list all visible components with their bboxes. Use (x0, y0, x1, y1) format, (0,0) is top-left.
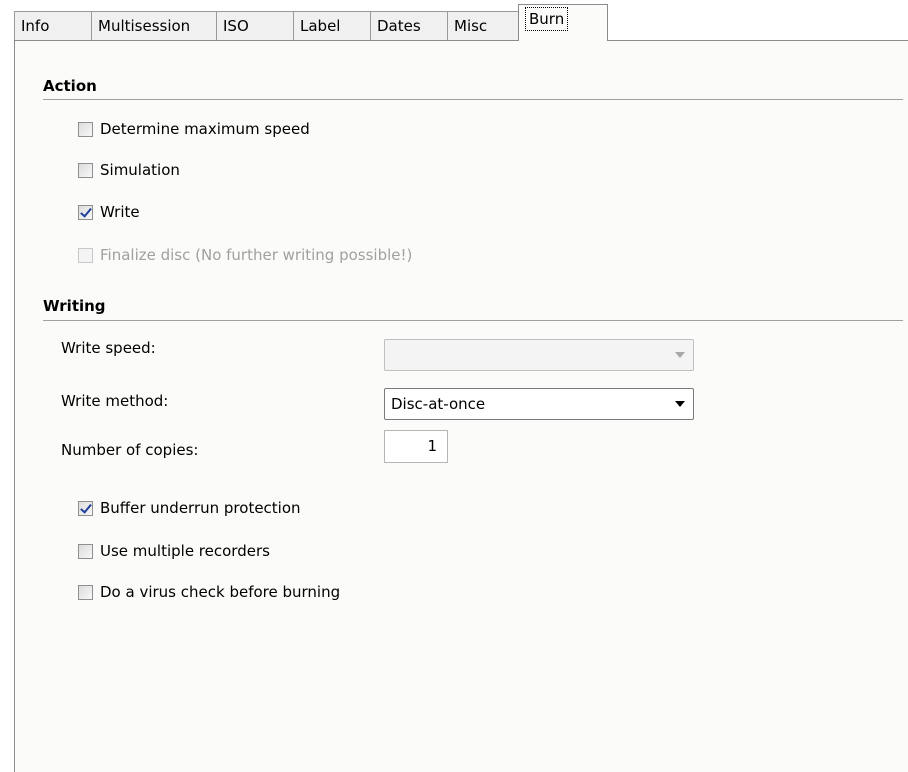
tab-iso[interactable]: ISO (216, 11, 294, 41)
number-of-copies-label: Number of copies: (61, 441, 199, 459)
virus-check-checkbox[interactable] (78, 584, 93, 600)
write-method-label: Write method: (61, 392, 169, 410)
finalize-disc-label: Finalize disc (No further writing possib… (100, 246, 413, 264)
tab-misc-label: Misc (454, 17, 488, 35)
tab-burn[interactable]: Burn (518, 4, 608, 41)
determine-max-speed-checkbox-row[interactable]: Determine maximum speed (78, 118, 310, 140)
action-section-divider (43, 99, 903, 100)
chevron-down-icon[interactable] (675, 401, 685, 407)
determine-max-speed-label: Determine maximum speed (100, 120, 310, 138)
simulation-checkbox-row[interactable]: Simulation (78, 159, 180, 181)
multiple-recorders-checkbox[interactable] (78, 543, 93, 559)
simulation-checkbox[interactable] (78, 162, 93, 178)
write-method-dropdown[interactable]: Disc-at-once (384, 388, 694, 420)
tab-strip: Info Multisession ISO Label Dates Misc B… (0, 0, 908, 41)
write-checkbox-row[interactable]: Write (78, 201, 140, 223)
tab-multisession-label: Multisession (98, 17, 191, 35)
virus-check-checkbox-row[interactable]: Do a virus check before burning (78, 581, 340, 603)
tab-multisession[interactable]: Multisession (91, 11, 217, 41)
chevron-down-icon (675, 352, 685, 358)
tab-label-label: Label (300, 17, 341, 35)
virus-check-label: Do a virus check before burning (100, 583, 341, 601)
write-checkbox[interactable] (78, 204, 93, 220)
action-section-title: Action (43, 77, 97, 95)
write-speed-dropdown (384, 339, 694, 371)
tab-misc[interactable]: Misc (447, 11, 519, 41)
tab-burn-label: Burn (524, 7, 569, 31)
multiple-recorders-label: Use multiple recorders (100, 542, 270, 560)
tab-info-label: Info (21, 17, 50, 35)
multiple-recorders-checkbox-row[interactable]: Use multiple recorders (78, 540, 270, 562)
tab-iso-label: ISO (223, 17, 249, 35)
tab-dates-label: Dates (377, 17, 421, 35)
write-label: Write (100, 203, 140, 221)
tab-info[interactable]: Info (14, 11, 92, 41)
finalize-disc-checkbox-row: Finalize disc (No further writing possib… (78, 244, 412, 266)
number-of-copies-input[interactable]: 1 (384, 430, 448, 463)
burn-tab-page: Action Determine maximum speed Simulatio… (14, 40, 908, 772)
tab-dates[interactable]: Dates (370, 11, 448, 41)
number-of-copies-value: 1 (427, 437, 437, 455)
write-speed-label: Write speed: (61, 339, 156, 357)
simulation-label: Simulation (100, 161, 180, 179)
writing-section-title: Writing (43, 297, 106, 315)
buffer-underrun-checkbox-row[interactable]: Buffer underrun protection (78, 497, 301, 519)
writing-section-divider (43, 320, 903, 321)
determine-max-speed-checkbox[interactable] (78, 121, 93, 137)
burn-properties-panel: Info Multisession ISO Label Dates Misc B… (0, 0, 908, 772)
tab-label[interactable]: Label (293, 11, 371, 41)
finalize-disc-checkbox (78, 247, 93, 263)
write-method-value: Disc-at-once (391, 395, 486, 413)
buffer-underrun-label: Buffer underrun protection (100, 499, 301, 517)
buffer-underrun-checkbox[interactable] (78, 500, 93, 516)
